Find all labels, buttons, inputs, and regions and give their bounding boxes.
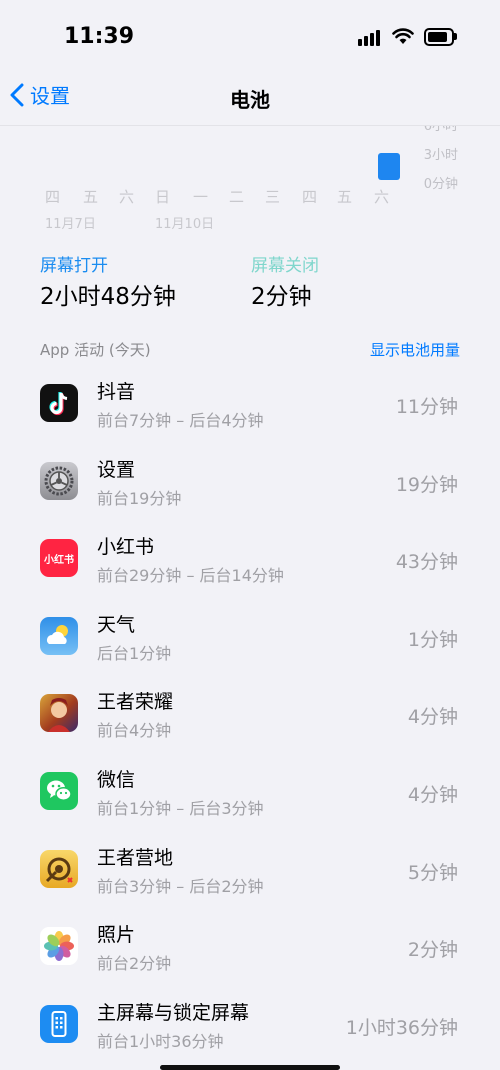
photos-icon: [40, 927, 78, 966]
y-tick-label: 3小时: [423, 148, 458, 163]
weather-icon: [40, 616, 78, 655]
app-name: 王者营地: [97, 846, 174, 869]
app-usage: 1分钟: [407, 628, 458, 651]
app-detail: 前台3分钟 – 后台2分钟: [97, 876, 264, 896]
app-name: 小红书: [97, 536, 155, 559]
king-camp-icon: [40, 849, 78, 888]
app-activity-list: 抖音 前台7分钟 – 后台4分钟 11分钟 设置 前台19分钟 19分钟 小红书…: [0, 365, 500, 1063]
day-label: 四: [302, 188, 318, 206]
screen-off-label: 屏幕关闭: [251, 256, 319, 276]
screen-on-value: 2小时48分钟: [40, 284, 176, 310]
page-title: 电池: [230, 88, 270, 112]
app-usage: 5分钟: [407, 861, 458, 884]
day-label: 六: [119, 188, 135, 206]
xiaohongshu-icon-text: 小红书: [44, 554, 74, 566]
date-label: 11月7日: [45, 217, 96, 232]
app-name: 王者荣耀: [97, 691, 174, 714]
xiaohongshu-icon: 小红书: [40, 539, 78, 578]
app-name: 主屏幕与锁定屏幕: [97, 1001, 250, 1024]
screen-on-label: 屏幕打开: [40, 256, 108, 276]
app-detail: 前台29分钟 – 后台14分钟: [97, 566, 284, 586]
cellular-signal-icon: [358, 28, 386, 46]
list-item[interactable]: 王者营地 前台3分钟 – 后台2分钟 5分钟: [0, 831, 500, 909]
app-usage: 1小时36分钟: [345, 1016, 458, 1039]
list-item[interactable]: 设置 前台19分钟 19分钟: [0, 443, 500, 521]
app-name: 设置: [97, 458, 136, 481]
app-detail: 前台2分钟: [97, 954, 172, 974]
home-indicator[interactable]: [160, 1065, 340, 1070]
app-detail: 前台7分钟 – 后台4分钟: [97, 411, 264, 430]
app-usage: 4分钟: [407, 706, 458, 729]
settings-icon: [40, 461, 78, 500]
status-time: 11:39: [64, 24, 135, 49]
day-label: 日: [155, 188, 171, 206]
app-name: 天气: [97, 613, 136, 636]
app-name: 微信: [97, 768, 136, 791]
day-label: 五: [337, 188, 353, 206]
list-item[interactable]: 天气 后台1分钟 1分钟: [0, 598, 500, 676]
date-label: 11月10日: [155, 217, 215, 232]
list-item[interactable]: 抖音 前台7分钟 – 后台4分钟 11分钟: [0, 365, 500, 443]
app-name: 照片: [97, 924, 136, 947]
app-detail: 后台1分钟: [97, 643, 172, 663]
activity-section-title: App 活动 (今天): [40, 341, 151, 359]
app-name: 抖音: [97, 381, 136, 403]
app-detail: 前台4分钟: [97, 721, 172, 741]
app-usage: 11分钟: [395, 396, 458, 418]
day-label: 一: [193, 188, 209, 206]
y-tick-label: 0分钟: [423, 177, 458, 192]
douyin-icon: [40, 384, 78, 422]
battery-icon: [424, 28, 457, 46]
app-usage: 2分钟: [407, 939, 458, 962]
day-label: 五: [83, 188, 99, 206]
chart-bar: [378, 153, 400, 180]
list-item[interactable]: 主屏幕与锁定屏幕 前台1小时36分钟 1小时36分钟: [0, 986, 500, 1064]
list-item[interactable]: 小红书 小红书 前台29分钟 – 后台14分钟 43分钟: [0, 520, 500, 598]
day-label: 六: [374, 188, 390, 206]
day-label: 四: [45, 188, 61, 206]
list-item[interactable]: 王者荣耀 前台4分钟 4分钟: [0, 675, 500, 753]
app-detail: 前台19分钟: [97, 488, 182, 508]
honor-of-kings-icon: [40, 694, 78, 733]
nav-bar: 设置 电池: [0, 70, 500, 126]
day-label: 三: [265, 188, 281, 206]
list-item[interactable]: 微信 前台1分钟 – 后台3分钟 4分钟: [0, 753, 500, 831]
app-usage: 4分钟: [407, 783, 458, 806]
wifi-icon: [392, 28, 414, 44]
home-lock-screen-icon: [40, 1004, 78, 1043]
screen-off-value: 2分钟: [251, 284, 312, 310]
list-item[interactable]: 照片 前台2分钟 2分钟: [0, 908, 500, 986]
status-bar: 11:39: [0, 0, 500, 70]
wechat-icon: [40, 771, 78, 810]
show-battery-usage-button[interactable]: 显示电池用量: [370, 339, 460, 360]
app-detail: 前台1分钟 – 后台3分钟: [97, 798, 264, 818]
app-usage: 43分钟: [395, 551, 458, 574]
app-detail: 前台1小时36分钟: [97, 1031, 224, 1051]
day-label: 二: [229, 188, 245, 206]
app-usage: 19分钟: [395, 473, 458, 496]
